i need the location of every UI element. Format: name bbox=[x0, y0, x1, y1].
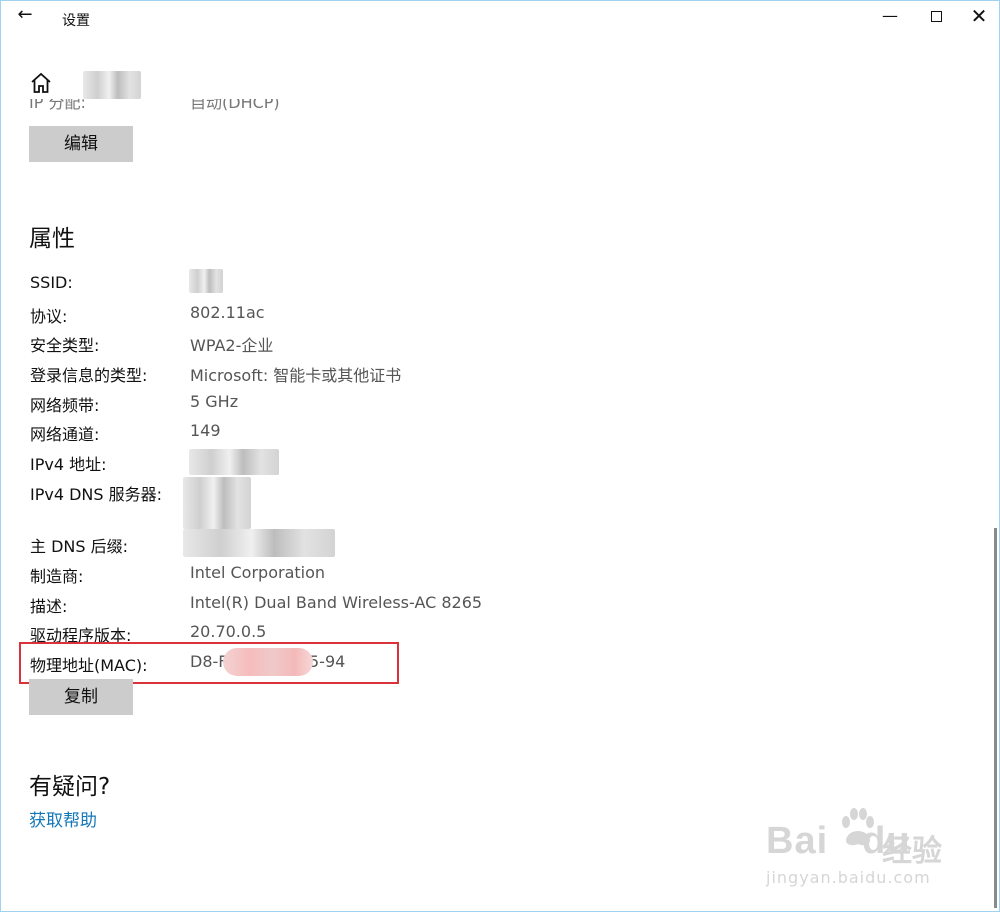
prop-value-manufacturer: Intel Corporation bbox=[190, 563, 326, 582]
home-icon[interactable] bbox=[29, 71, 53, 95]
watermark-cn: 经验 bbox=[882, 834, 942, 869]
prop-value-security-type: WPA2-企业 bbox=[190, 336, 274, 355]
help-heading: 有疑问? bbox=[29, 774, 111, 800]
prop-value-login-type: Microsoft: 智能卡或其他证书 bbox=[190, 366, 402, 385]
prop-value-driver-version: 20.70.0.5 bbox=[190, 622, 267, 641]
prop-label-ssid: SSID: bbox=[30, 273, 73, 292]
prop-label-manufacturer: 制造商: bbox=[30, 567, 84, 586]
settings-window: ← 设置 — ✕ IP 分配: 自动(DHCP) 编辑 属性 SSID: 协议:… bbox=[0, 0, 1000, 912]
prop-label-ipv4-dns: IPv4 DNS 服务器: bbox=[30, 485, 163, 504]
ipv4-value-redacted bbox=[189, 449, 279, 475]
minimize-icon[interactable]: — bbox=[870, 3, 910, 29]
back-arrow-icon[interactable]: ← bbox=[13, 3, 37, 27]
prop-label-security-type: 安全类型: bbox=[30, 336, 100, 355]
get-help-link[interactable]: 获取帮助 bbox=[29, 806, 97, 831]
prop-label-description: 描述: bbox=[30, 597, 68, 616]
properties-heading: 属性 bbox=[29, 226, 75, 252]
prop-label-channel: 网络通道: bbox=[30, 425, 100, 444]
ip-assignment-value: 自动(DHCP) bbox=[190, 99, 280, 112]
scrollbar-thumb[interactable] bbox=[994, 528, 997, 908]
close-icon[interactable]: ✕ bbox=[959, 3, 999, 29]
prop-value-band: 5 GHz bbox=[190, 392, 239, 411]
edit-button[interactable]: 编辑 bbox=[29, 126, 133, 162]
paw-icon bbox=[842, 808, 874, 846]
prop-value-channel: 149 bbox=[190, 421, 221, 440]
mac-highlight-box bbox=[19, 642, 399, 684]
baidu-watermark: Bai du 经验 jingyan.baidu.com bbox=[766, 806, 956, 896]
prop-label-dns-suffix: 主 DNS 后缀: bbox=[30, 537, 129, 556]
prop-label-ipv4: IPv4 地址: bbox=[30, 455, 107, 474]
prop-label-protocol: 协议: bbox=[30, 307, 68, 326]
prop-label-login-type: 登录信息的类型: bbox=[30, 366, 148, 385]
ip-assignment-label: IP 分配: bbox=[29, 99, 86, 112]
ip-assignment-row: IP 分配: 自动(DHCP) bbox=[29, 99, 429, 113]
window-title: 设置 bbox=[62, 13, 90, 29]
prop-value-protocol: 802.11ac bbox=[190, 303, 265, 322]
watermark-url: jingyan.baidu.com bbox=[766, 868, 931, 887]
dns-suffix-value-redacted bbox=[183, 529, 335, 557]
prop-label-band: 网络频带: bbox=[30, 396, 100, 415]
maximize-icon[interactable] bbox=[916, 3, 956, 29]
copy-button[interactable]: 复制 bbox=[29, 679, 133, 715]
ipv4-dns-value-redacted bbox=[183, 477, 251, 529]
prop-value-description: Intel(R) Dual Band Wireless-AC 8265 bbox=[190, 593, 483, 612]
ssid-value-redacted bbox=[189, 269, 223, 293]
network-name-redacted bbox=[83, 71, 141, 99]
